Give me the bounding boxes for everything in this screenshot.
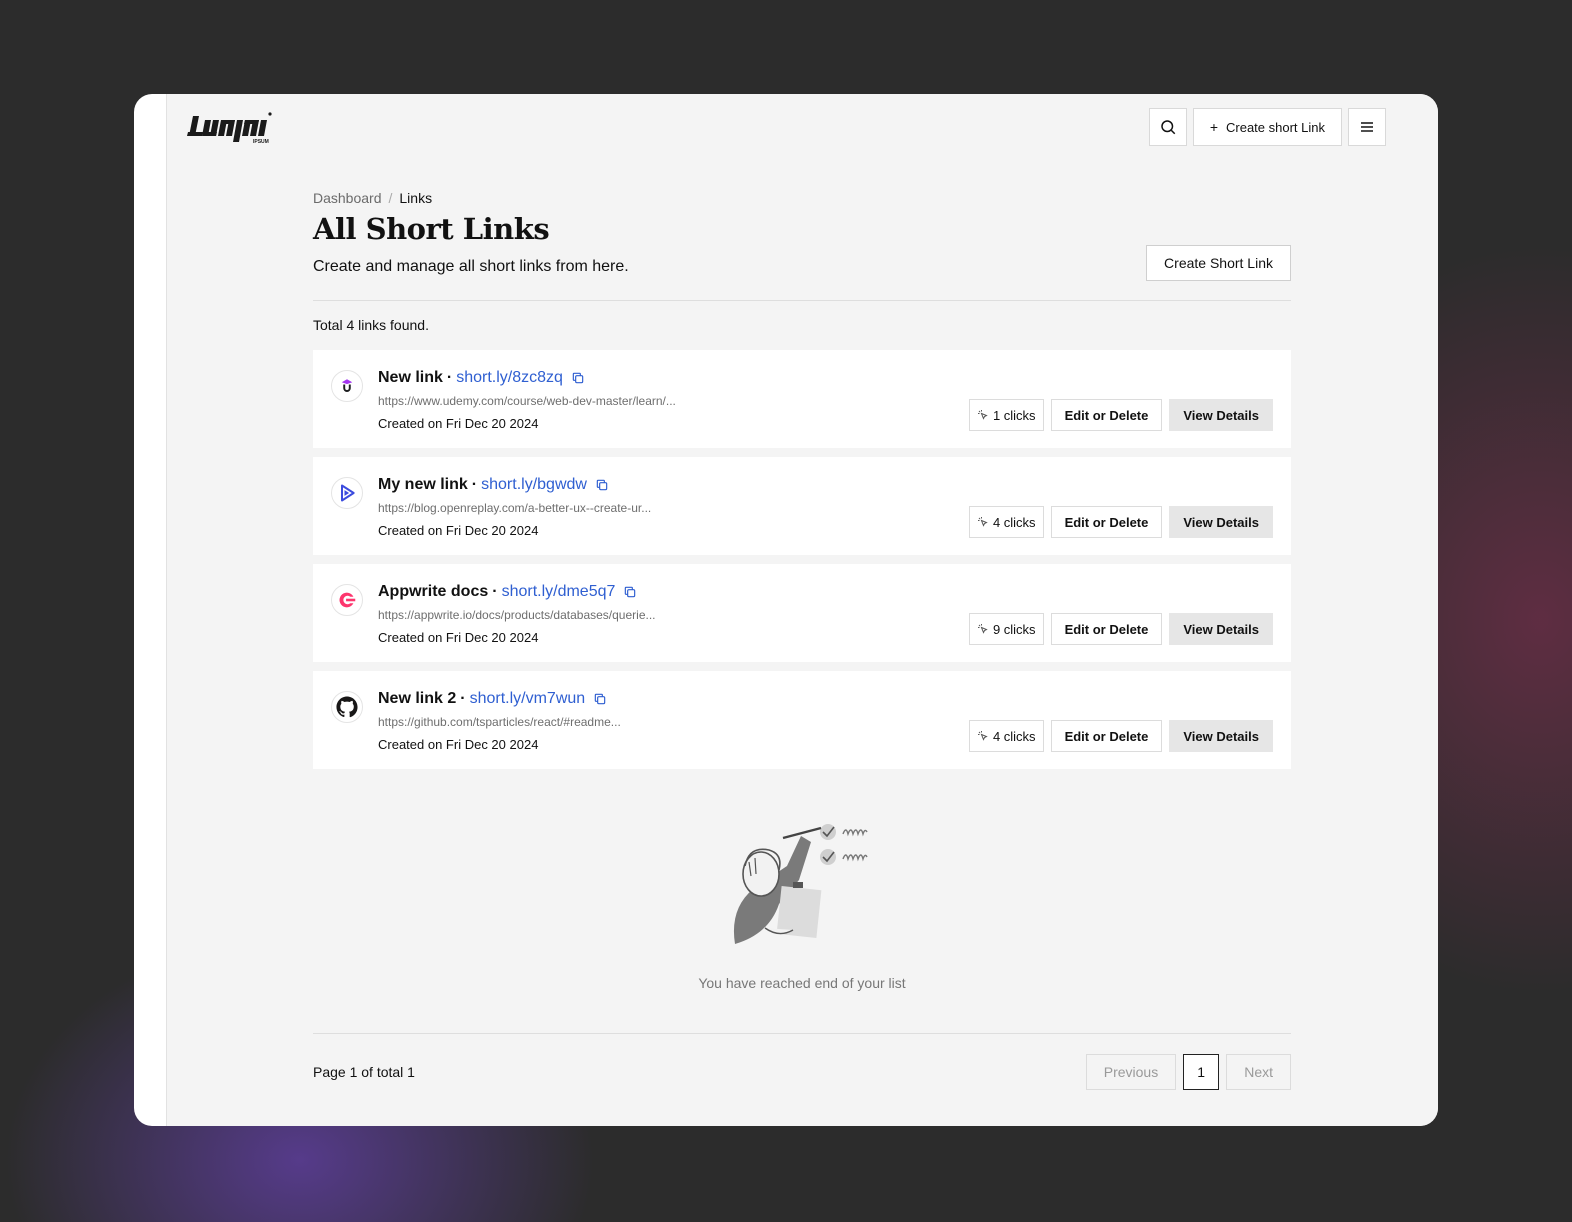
end-of-list-message: You have reached end of your list	[698, 975, 906, 991]
udemy-icon	[331, 370, 363, 402]
link-name: New link 2	[378, 690, 457, 707]
links-list: New link · short.ly/8zc8zq https://www.u…	[313, 350, 1291, 778]
link-title-line: My new link · short.ly/bgwdw	[378, 476, 609, 494]
pagination: Previous 1 Next	[1085, 1054, 1291, 1090]
page-subtitle: Create and manage all short links from h…	[313, 258, 629, 275]
copy-icon[interactable]	[571, 371, 585, 385]
header-divider	[313, 300, 1291, 301]
short-url-link[interactable]: short.ly/vm7wun	[470, 690, 586, 708]
plus-icon: +	[1209, 119, 1218, 135]
pagination-info: Page 1 of total 1	[313, 1064, 415, 1080]
link-name: Appwrite docs	[378, 583, 489, 600]
link-separator: ·	[446, 369, 453, 386]
breadcrumb: Dashboard / Links	[313, 190, 432, 206]
created-date: Created on Fri Dec 20 2024	[378, 630, 539, 645]
edit-or-delete-button[interactable]: Edit or Delete	[1050, 613, 1163, 645]
clicks-badge: 4 clicks	[968, 720, 1044, 752]
header-actions: + Create short Link	[1148, 108, 1386, 146]
page-1-button[interactable]: 1	[1183, 1054, 1220, 1090]
logo-icon[interactable]: IPSUM	[187, 110, 273, 146]
search-button[interactable]	[1148, 108, 1187, 146]
link-separator: ·	[471, 476, 478, 493]
click-sparkle-icon	[977, 731, 988, 741]
breadcrumb-separator: /	[388, 190, 393, 206]
menu-button[interactable]	[1348, 108, 1386, 146]
app-window: IPSUM + Create short Link Dashboard / Li…	[134, 94, 1438, 1126]
click-sparkle-icon	[977, 624, 988, 634]
clicks-count: 1 clicks	[992, 407, 1036, 423]
footer-divider	[313, 1033, 1291, 1034]
created-date: Created on Fri Dec 20 2024	[378, 737, 539, 752]
link-name: New link	[378, 369, 443, 386]
created-date: Created on Fri Dec 20 2024	[378, 416, 539, 431]
link-actions: 4 clicks Edit or Delete View Details	[968, 720, 1273, 752]
link-card: New link 2 · short.ly/vm7wun https://git…	[313, 671, 1291, 769]
openreplay-icon	[331, 477, 363, 509]
click-sparkle-icon	[977, 410, 988, 420]
view-details-button[interactable]: View Details	[1169, 613, 1273, 645]
created-date: Created on Fri Dec 20 2024	[378, 523, 539, 538]
link-actions: 4 clicks Edit or Delete View Details	[968, 506, 1273, 538]
view-details-button[interactable]: View Details	[1169, 399, 1273, 431]
github-icon	[331, 691, 363, 723]
edit-or-delete-button[interactable]: Edit or Delete	[1050, 399, 1163, 431]
breadcrumb-current: Links	[399, 190, 433, 206]
edit-or-delete-button[interactable]: Edit or Delete	[1050, 506, 1163, 538]
total-links-count: Total 4 links found.	[313, 317, 429, 333]
clicks-badge: 9 clicks	[968, 613, 1044, 645]
link-card: My new link · short.ly/bgwdw https://blo…	[313, 457, 1291, 555]
short-url-link[interactable]: short.ly/bgwdw	[481, 476, 587, 494]
link-title-line: New link 2 · short.ly/vm7wun	[378, 690, 607, 708]
appwrite-icon	[331, 584, 363, 616]
create-short-link-button[interactable]: Create Short Link	[1146, 245, 1291, 281]
clicks-badge: 4 clicks	[968, 506, 1044, 538]
copy-icon[interactable]	[593, 692, 607, 706]
previous-page-button[interactable]: Previous	[1085, 1054, 1177, 1090]
copy-icon[interactable]	[595, 478, 609, 492]
link-separator: ·	[460, 690, 466, 707]
edit-or-delete-button[interactable]: Edit or Delete	[1050, 720, 1163, 752]
hamburger-menu-icon	[1361, 122, 1373, 132]
click-sparkle-icon	[977, 517, 988, 527]
link-actions: 1 clicks Edit or Delete View Details	[968, 399, 1273, 431]
view-details-button[interactable]: View Details	[1169, 720, 1273, 752]
next-page-button[interactable]: Next	[1226, 1054, 1291, 1090]
search-icon	[1161, 120, 1176, 135]
logo-subtext: IPSUM	[253, 139, 269, 145]
link-title-line: New link · short.ly/8zc8zq	[378, 369, 585, 387]
view-details-button[interactable]: View Details	[1169, 506, 1273, 538]
original-url: https://github.com/tsparticles/react/#re…	[378, 715, 621, 729]
app-shell: IPSUM + Create short Link Dashboard / Li…	[166, 94, 1438, 1126]
link-card: Appwrite docs · short.ly/dme5q7 https://…	[313, 564, 1291, 662]
page-title: All Short Links	[313, 212, 550, 246]
breadcrumb-dashboard-link[interactable]: Dashboard	[313, 190, 382, 206]
header-create-short-link-label: Create short Link	[1226, 119, 1325, 135]
link-card: New link · short.ly/8zc8zq https://www.u…	[313, 350, 1291, 448]
link-title-line: Appwrite docs · short.ly/dme5q7	[378, 583, 637, 601]
link-name: My new link	[378, 476, 468, 493]
short-url-link[interactable]: short.ly/dme5q7	[502, 583, 616, 601]
header-create-short-link-button[interactable]: + Create short Link	[1192, 108, 1342, 146]
link-separator: ·	[492, 583, 498, 600]
original-url: https://blog.openreplay.com/a-better-ux-…	[378, 501, 652, 515]
end-of-list-illustration	[733, 824, 868, 944]
clicks-count: 9 clicks	[992, 621, 1036, 637]
original-url: https://appwrite.io/docs/products/databa…	[378, 608, 656, 622]
copy-icon[interactable]	[623, 585, 637, 599]
link-actions: 9 clicks Edit or Delete View Details	[968, 613, 1273, 645]
original-url: https://www.udemy.com/course/web-dev-mas…	[378, 394, 676, 408]
clicks-count: 4 clicks	[992, 728, 1036, 744]
clicks-count: 4 clicks	[992, 514, 1036, 530]
clicks-badge: 1 clicks	[968, 399, 1044, 431]
short-url-link[interactable]: short.ly/8zc8zq	[456, 369, 563, 387]
